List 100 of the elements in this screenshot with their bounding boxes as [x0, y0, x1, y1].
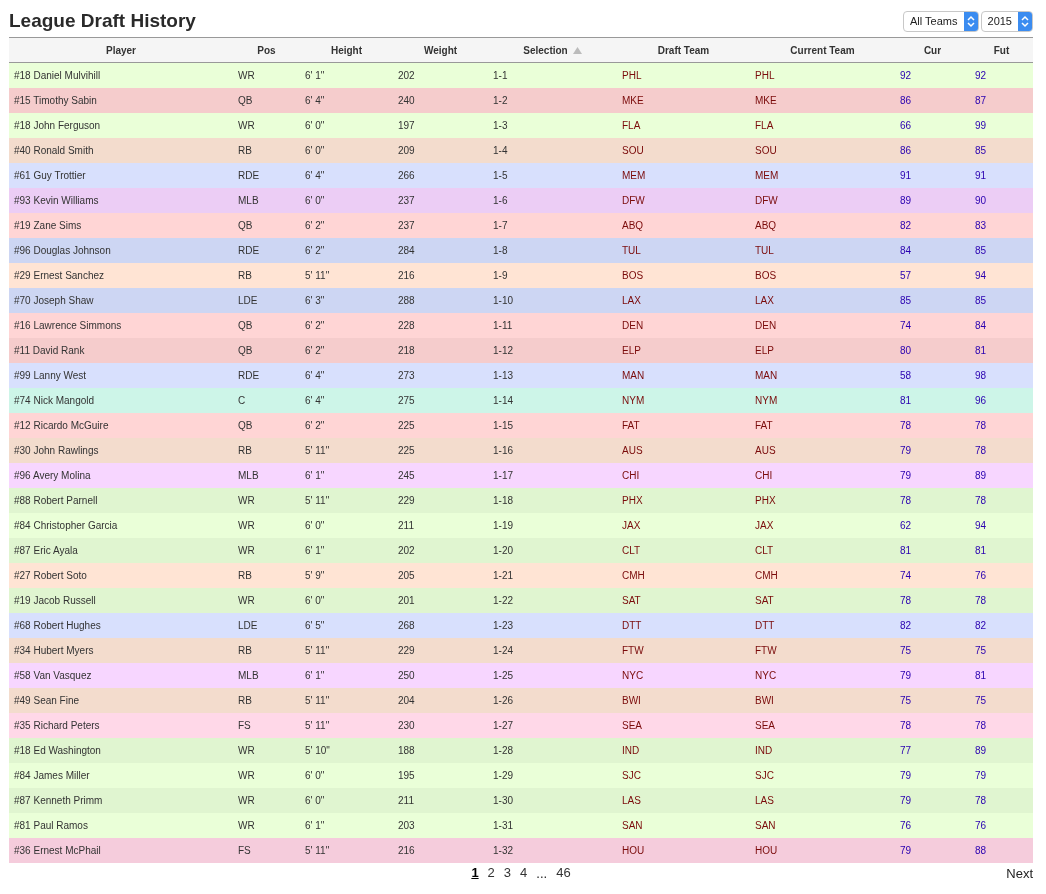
selection: 1-13	[488, 362, 617, 388]
future-rating: 78	[970, 787, 1033, 813]
position: WR	[233, 112, 300, 138]
draft-team: FLA	[617, 112, 750, 138]
page-link[interactable]: 46	[556, 865, 571, 882]
future-rating: 78	[970, 412, 1033, 438]
current-team: BOS	[750, 262, 895, 288]
player-name: #18 Ed Washington	[9, 737, 233, 763]
page-link[interactable]: 1	[471, 865, 479, 882]
weight: 237	[393, 212, 488, 238]
column-header[interactable]: Player	[9, 37, 233, 63]
selection: 1-14	[488, 387, 617, 413]
current-team: SJC	[750, 762, 895, 788]
selection: 1-6	[488, 187, 617, 213]
player-name: #68 Robert Hughes	[9, 612, 233, 638]
weight: 201	[393, 587, 488, 613]
draft-team: CLT	[617, 537, 750, 563]
current-rating: 81	[895, 537, 970, 563]
weight: 245	[393, 462, 488, 488]
draft-team: ELP	[617, 337, 750, 363]
future-rating: 75	[970, 687, 1033, 713]
future-rating: 75	[970, 637, 1033, 663]
position: WR	[233, 762, 300, 788]
current-rating: 79	[895, 787, 970, 813]
current-rating: 92	[895, 62, 970, 88]
height: 6' 2"	[300, 312, 393, 338]
future-rating: 99	[970, 112, 1033, 138]
position: RB	[233, 562, 300, 588]
current-rating: 74	[895, 312, 970, 338]
current-team: MKE	[750, 87, 895, 113]
future-rating: 89	[970, 737, 1033, 763]
player-name: #29 Ernest Sanchez	[9, 262, 233, 288]
current-team: SAT	[750, 587, 895, 613]
column-header[interactable]: Pos	[233, 37, 300, 63]
height: 6' 1"	[300, 62, 393, 88]
selection: 1-17	[488, 462, 617, 488]
player-name: #84 Christopher Garcia	[9, 512, 233, 538]
filter-select[interactable]: All Teams	[903, 10, 979, 32]
column-header[interactable]: Draft Team	[617, 37, 750, 63]
current-team: CMH	[750, 562, 895, 588]
current-team: FAT	[750, 412, 895, 438]
column-header[interactable]: Weight	[393, 37, 488, 63]
selection: 1-11	[488, 312, 617, 338]
selection: 1-4	[488, 137, 617, 163]
current-rating: 75	[895, 687, 970, 713]
column-header[interactable]: Fut	[970, 37, 1033, 63]
selection: 1-3	[488, 112, 617, 138]
future-rating: 76	[970, 562, 1033, 588]
selection: 1-32	[488, 837, 617, 863]
selection: 1-18	[488, 487, 617, 513]
column-header[interactable]: Current Team	[750, 37, 895, 63]
position: RB	[233, 437, 300, 463]
draft-team: SEA	[617, 712, 750, 738]
draft-team: BOS	[617, 262, 750, 288]
future-rating: 78	[970, 487, 1033, 513]
position: QB	[233, 212, 300, 238]
future-rating: 83	[970, 212, 1033, 238]
current-team: SEA	[750, 712, 895, 738]
position: MLB	[233, 187, 300, 213]
current-rating: 86	[895, 137, 970, 163]
column-header[interactable]: Cur	[895, 37, 970, 63]
current-rating: 82	[895, 212, 970, 238]
future-rating: 85	[970, 237, 1033, 263]
position: WR	[233, 787, 300, 813]
future-rating: 94	[970, 262, 1033, 288]
draft-team: NYC	[617, 662, 750, 688]
selection: 1-10	[488, 287, 617, 313]
height: 6' 2"	[300, 212, 393, 238]
current-team: NYC	[750, 662, 895, 688]
page-link[interactable]: 4	[520, 865, 528, 882]
column-header[interactable]: Selection	[488, 37, 617, 63]
current-team: SAN	[750, 812, 895, 838]
weight: 250	[393, 662, 488, 688]
position: RDE	[233, 162, 300, 188]
selection: 1-21	[488, 562, 617, 588]
height: 5' 9"	[300, 562, 393, 588]
draft-team: SAN	[617, 812, 750, 838]
weight: 218	[393, 337, 488, 363]
player-name: #34 Hubert Myers	[9, 637, 233, 663]
height: 6' 2"	[300, 412, 393, 438]
position: LDE	[233, 287, 300, 313]
column-header[interactable]: Height	[300, 37, 393, 63]
player-name: #58 Van Vasquez	[9, 662, 233, 688]
draft-team: DFW	[617, 187, 750, 213]
weight: 284	[393, 237, 488, 263]
page-link[interactable]: 2	[487, 865, 495, 882]
filter-select[interactable]: 2015	[980, 10, 1033, 32]
position: MLB	[233, 462, 300, 488]
weight: 204	[393, 687, 488, 713]
weight: 240	[393, 87, 488, 113]
next-link[interactable]: Next	[1006, 865, 1033, 881]
current-rating: 57	[895, 262, 970, 288]
height: 6' 4"	[300, 362, 393, 388]
current-rating: 84	[895, 237, 970, 263]
weight: 230	[393, 712, 488, 738]
page-link[interactable]: 3	[503, 865, 512, 882]
position: FS	[233, 837, 300, 863]
current-team: SOU	[750, 137, 895, 163]
height: 6' 2"	[300, 237, 393, 263]
position: RB	[233, 137, 300, 163]
